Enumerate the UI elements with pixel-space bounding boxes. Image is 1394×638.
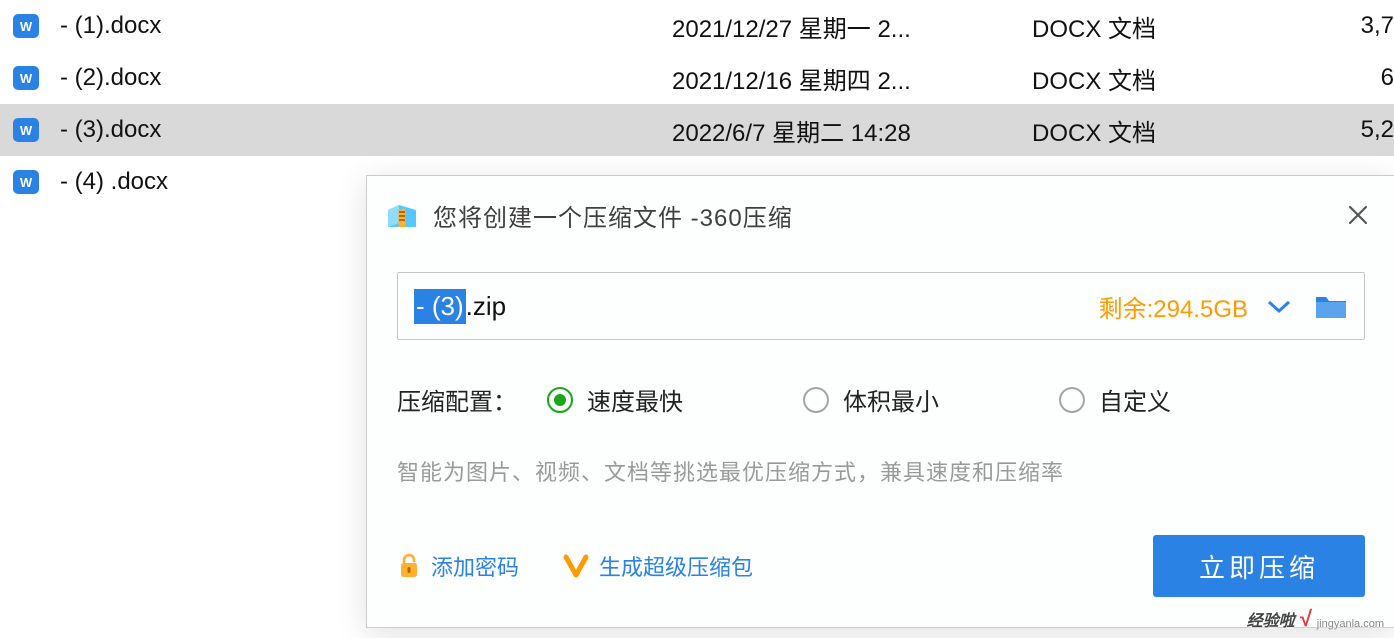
radio-label: 体积最小 xyxy=(843,382,939,417)
radio-icon xyxy=(547,387,573,413)
file-type: DOCX 文档 xyxy=(1032,113,1332,148)
file-row[interactable]: W - (1).docx 2021/12/27 星期一 2... DOCX 文档… xyxy=(0,0,1394,52)
svg-text:W: W xyxy=(20,123,33,138)
file-type: DOCX 文档 xyxy=(1032,61,1332,96)
svg-text:W: W xyxy=(20,71,33,86)
dialog-title: 您将创建一个压缩文件 -360压缩 xyxy=(433,198,1341,233)
close-button[interactable] xyxy=(1341,198,1375,232)
file-date: 2022/6/7 星期二 14:28 xyxy=(672,113,1032,148)
docx-icon: W xyxy=(10,166,42,198)
link-label: 生成超级压缩包 xyxy=(599,550,753,582)
format-dropdown[interactable] xyxy=(1266,297,1292,315)
checkmark-icon: √ xyxy=(1299,606,1311,632)
compress-now-button[interactable]: 立即压缩 xyxy=(1153,535,1365,597)
file-type: DOCX 文档 xyxy=(1032,9,1332,44)
dialog-bottom-row: 添加密码 生成超级压缩包 立即压缩 xyxy=(397,535,1365,597)
docx-icon: W xyxy=(10,114,42,146)
file-size: 3,7 xyxy=(1332,12,1394,40)
file-date: 2021/12/16 星期四 2... xyxy=(672,61,1032,96)
file-name: - (2).docx xyxy=(60,64,672,92)
zip-app-icon xyxy=(385,198,419,232)
v-badge-icon xyxy=(563,554,589,578)
docx-icon: W xyxy=(10,10,42,42)
radio-custom[interactable]: 自定义 xyxy=(1059,382,1171,417)
radio-icon xyxy=(803,387,829,413)
file-name: - (3).docx xyxy=(60,116,672,144)
radio-size-small[interactable]: 体积最小 xyxy=(803,382,939,417)
file-row[interactable]: W - (2).docx 2021/12/16 星期四 2... DOCX 文档… xyxy=(0,52,1394,104)
svg-text:W: W xyxy=(20,19,33,34)
file-name: - (1).docx xyxy=(60,12,672,40)
filename-extension: .zip xyxy=(466,291,506,322)
docx-icon: W xyxy=(10,62,42,94)
add-password-link[interactable]: 添加密码 xyxy=(397,550,519,582)
file-size: 5,2 xyxy=(1332,116,1394,144)
link-label: 添加密码 xyxy=(431,550,519,582)
svg-text:W: W xyxy=(20,175,33,190)
lock-icon xyxy=(397,553,421,579)
watermark-url: jingyanla.com xyxy=(1317,618,1384,630)
dialog-body: - (3).zip 剩余:294.5GB 压缩配置： 速度最快 体积最小 xyxy=(367,254,1394,627)
watermark: 经验啦 √ jingyanla.com xyxy=(1247,606,1384,632)
radio-icon xyxy=(1059,387,1085,413)
config-label: 压缩配置： xyxy=(397,382,547,417)
super-pack-link[interactable]: 生成超级压缩包 xyxy=(563,550,753,582)
disk-remaining-label: 剩余:294.5GB xyxy=(1099,289,1248,324)
filename-selected-part: - (3) xyxy=(414,289,466,324)
config-hint: 智能为图片、视频、文档等挑选最优压缩方式，兼具速度和压缩率 xyxy=(397,455,1365,487)
radio-speed-fast[interactable]: 速度最快 xyxy=(547,382,683,417)
browse-folder-button[interactable] xyxy=(1314,292,1348,320)
watermark-text: 经验啦 xyxy=(1247,607,1295,631)
output-filename-input[interactable]: - (3).zip 剩余:294.5GB xyxy=(397,272,1365,340)
file-size: 6 xyxy=(1332,64,1394,92)
radio-label: 速度最快 xyxy=(587,382,683,417)
radio-label: 自定义 xyxy=(1099,382,1171,417)
file-row[interactable]: W - (3).docx 2022/6/7 星期二 14:28 DOCX 文档 … xyxy=(0,104,1394,156)
compress-config-row: 压缩配置： 速度最快 体积最小 自定义 xyxy=(397,382,1365,417)
dialog-titlebar: 您将创建一个压缩文件 -360压缩 xyxy=(367,176,1394,254)
file-date: 2021/12/27 星期一 2... xyxy=(672,9,1032,44)
compress-dialog: 您将创建一个压缩文件 -360压缩 - (3).zip 剩余:294.5GB 压… xyxy=(366,175,1394,628)
